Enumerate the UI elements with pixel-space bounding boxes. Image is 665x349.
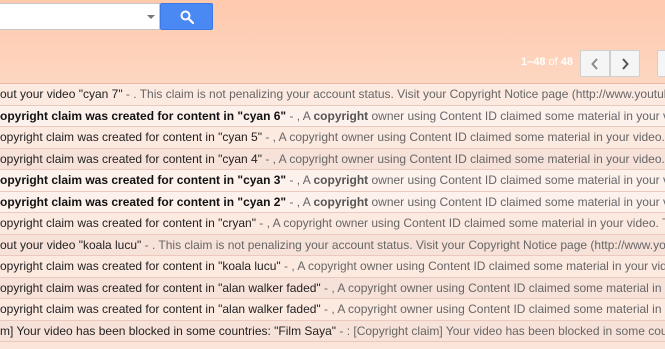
table-row[interactable]: opyright claim was created for content i…: [0, 148, 665, 170]
snippet-text: owner using Content ID claimed some mate…: [371, 173, 665, 187]
subject-separator: -: [122, 87, 134, 101]
email-snippet: , A copyright owner using Content ID cla…: [297, 173, 665, 187]
email-snippet: , A copyright owner using Content ID cla…: [331, 280, 665, 295]
email-snippet: : [Copyright claim] Your video has been …: [346, 323, 665, 338]
email-subject: out your video "cyan 7": [0, 87, 123, 101]
toolbar: 1–48 of 48: [0, 0, 665, 84]
email-snippet: , A copyright owner using Content ID cla…: [331, 302, 665, 316]
table-row[interactable]: m] Your video has been blocked in some c…: [0, 320, 665, 342]
email-subject: out your video "koala lucu": [0, 237, 142, 252]
search-box[interactable]: [0, 3, 160, 30]
subject-separator: -: [286, 173, 297, 187]
table-row[interactable]: opyright claim was created for content i…: [0, 213, 665, 235]
snippet-highlight: copyright: [313, 108, 369, 123]
pagination-count: 1–48 of 48: [521, 56, 573, 68]
email-snippet: , A copyright owner using Content ID cla…: [297, 109, 665, 123]
table-row[interactable]: out your video "cyan 7" - . This claim i…: [0, 84, 665, 106]
email-subject: opyright claim was created for content i…: [0, 302, 321, 316]
newer-button[interactable]: [580, 50, 610, 77]
search-options-caret-icon[interactable]: [147, 15, 155, 19]
email-subject: opyright claim was created for content i…: [0, 259, 281, 273]
subject-separator: -: [286, 194, 297, 209]
settings-button[interactable]: [657, 50, 665, 77]
email-snippet: . This claim is not penalizing your acco…: [133, 87, 665, 101]
email-subject: opyright claim was created for content i…: [0, 130, 262, 144]
pagination-total: 48: [560, 56, 574, 68]
email-subject: m] Your video has been blocked in some c…: [0, 323, 337, 338]
table-row[interactable]: opyright claim was created for content i…: [0, 105, 665, 127]
email-snippet: , A copyright owner using Content ID cla…: [272, 151, 665, 166]
email-snippet: . This claim is not penalizing your acco…: [151, 237, 665, 252]
subject-separator: -: [141, 237, 152, 252]
pagination-of-label: of: [548, 56, 558, 68]
snippet-text: , A: [296, 194, 314, 209]
pagination-range: 1–48: [521, 56, 546, 68]
email-subject: opyright claim was created for content i…: [0, 216, 256, 230]
snippet-highlight: copyright: [313, 173, 369, 187]
table-row[interactable]: out your video "koala lucu" - . This cla…: [0, 234, 665, 256]
subject-separator: -: [280, 259, 292, 273]
email-snippet: , A copyright owner using Content ID cla…: [272, 130, 665, 144]
subject-separator: -: [261, 130, 273, 144]
email-subject: opyright claim was created for content i…: [0, 194, 287, 209]
table-row[interactable]: opyright claim was created for content i…: [0, 191, 665, 213]
search-input[interactable]: [0, 4, 148, 29]
email-snippet: , A copyright owner using Content ID cla…: [297, 195, 665, 209]
email-subject: opyright claim was created for content i…: [0, 151, 262, 166]
snippet-text: owner using Content ID claimed some mate…: [371, 108, 665, 123]
subject-separator: -: [320, 280, 332, 295]
email-subject: opyright claim was created for content i…: [0, 173, 287, 187]
email-subject: opyright claim was created for content i…: [0, 280, 321, 295]
chevron-right-icon: [622, 58, 629, 70]
table-row[interactable]: opyright claim was created for content i…: [0, 256, 665, 278]
snippet-text: , A: [296, 173, 314, 187]
snippet-highlight: copyright: [313, 194, 369, 209]
snippet-text: , A: [296, 108, 314, 123]
table-row[interactable]: opyright claim was created for content i…: [0, 127, 665, 149]
chevron-left-icon: [591, 58, 598, 70]
email-snippet: , A copyright owner using Content ID cla…: [291, 259, 665, 273]
older-button[interactable]: [610, 50, 640, 77]
subject-separator: -: [320, 302, 332, 316]
table-row[interactable]: opyright claim was created for content i…: [0, 299, 665, 321]
search-icon: [180, 10, 194, 24]
email-snippet: , A copyright owner using Content ID cla…: [266, 216, 665, 230]
snippet-text: owner using Content ID claimed some mate…: [371, 194, 665, 209]
search-button[interactable]: [160, 3, 213, 30]
message-list: out your video "cyan 7" - . This claim i…: [0, 84, 665, 342]
table-row[interactable]: opyright claim was created for content i…: [0, 277, 665, 299]
subject-separator: -: [255, 216, 267, 230]
subject-separator: -: [261, 151, 273, 166]
subject-separator: -: [286, 108, 297, 123]
table-row[interactable]: opyright claim was created for content i…: [0, 170, 665, 192]
subject-separator: -: [336, 323, 347, 338]
email-subject: opyright claim was created for content i…: [0, 108, 287, 123]
